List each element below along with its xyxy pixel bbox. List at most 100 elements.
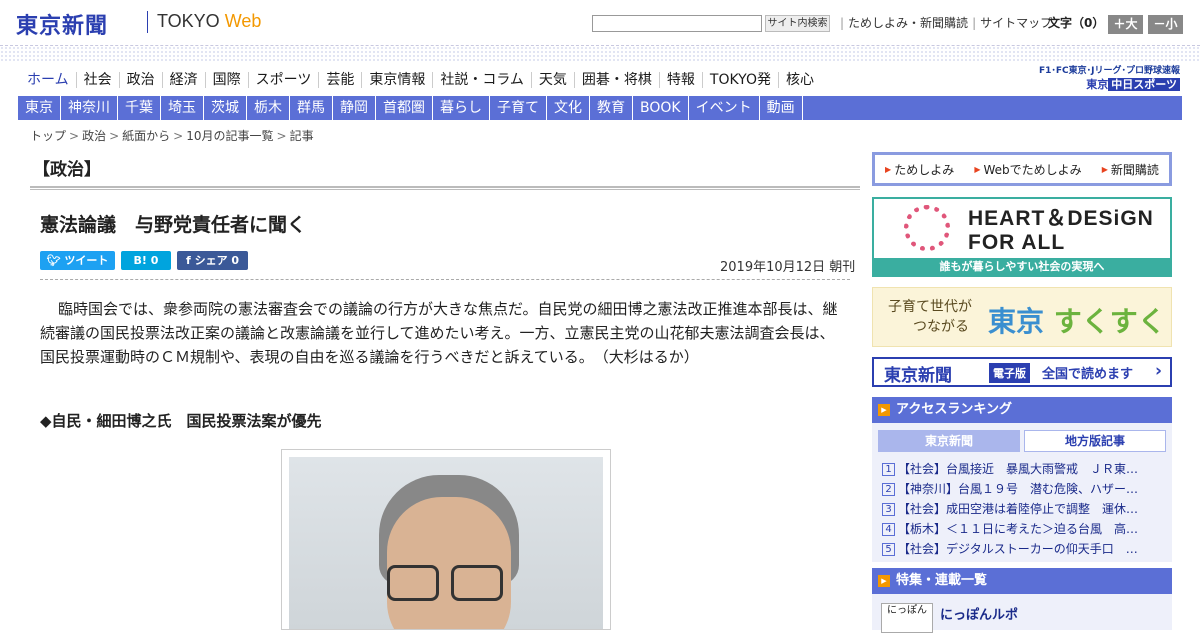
article-category: 【政治】 — [33, 160, 101, 180]
rank-number: 5 — [882, 543, 895, 556]
region-tokyo[interactable]: 東京 — [18, 96, 61, 120]
tokyo-shimbun-logo[interactable]: 東京新聞 — [16, 8, 108, 40]
rank-title: 【社会】デジタルストーカーの仰天手口 … — [898, 542, 1138, 556]
rank-title: 【社会】成田空港は着陸停止で調整 運休… — [898, 502, 1139, 516]
heart-design-banner[interactable]: HEART＆DESiGN FOR ALL 誰もが暮らしやすい社会の実現へ — [872, 197, 1172, 277]
heart-design-subtitle: FOR ALL — [968, 231, 1066, 254]
features-box: 特集・連載一覧 にっぽん にっぽんルポ — [872, 568, 1172, 633]
nav-economy[interactable]: 経済 — [163, 72, 206, 88]
ranking-tab-local[interactable]: 地方版記事 — [1024, 430, 1166, 452]
e-edition-banner[interactable]: 東京新聞 電子版 全国で読めます › — [872, 357, 1172, 387]
font-smaller-button[interactable]: －小 — [1148, 15, 1183, 34]
facebook-share-button[interactable]: f シェア 0 — [177, 251, 248, 270]
breadcrumb-october[interactable]: 10月の記事一覧 — [186, 129, 273, 143]
nav-sports[interactable]: スポーツ — [249, 72, 320, 88]
logo-web-text: Web — [224, 11, 262, 31]
portrait-image — [289, 457, 603, 629]
list-item[interactable]: 3 【社会】成田空港は着陸停止で調整 運休… — [882, 499, 1162, 519]
nav-entertainment[interactable]: 芸能 — [319, 72, 363, 88]
chunichi-sports-logo[interactable]: 東京 中日スポーツ — [1050, 76, 1180, 91]
twitter-icon: 🐦︎ — [46, 254, 61, 267]
sitemap-link[interactable]: サイトマップ — [980, 16, 1052, 30]
tokyo-web-logo[interactable]: TOKYO Web — [157, 11, 261, 32]
ranking-list: 1 【社会】台風接近 暴風大雨警戒 ＪＲ東… 2 【神奈川】台風１９号 潜む危険、ハ… — [882, 459, 1162, 559]
category-rule — [30, 186, 860, 190]
nav-society[interactable]: 社会 — [77, 72, 120, 88]
header-links: | ためしよみ・新聞購読 | サイトマップ — [840, 16, 1053, 30]
rank-number: 2 — [882, 483, 895, 496]
sukusuku-brand-tokyo: 東京 — [988, 305, 1045, 338]
list-item[interactable]: 5 【社会】デジタルストーカーの仰天手口 … — [882, 539, 1162, 559]
facebook-icon: f — [185, 254, 191, 267]
article-title: 憲法論議 与野党責任者に聞く — [40, 214, 307, 236]
font-larger-button[interactable]: ＋大 — [1108, 15, 1143, 34]
rank-number: 4 — [882, 523, 895, 536]
breadcrumb-top[interactable]: トップ — [30, 129, 66, 143]
region-video[interactable]: 動画 — [760, 96, 803, 120]
breadcrumb: トップ > 政治 > 紙面から >10月の記事一覧 > 記事 — [30, 129, 314, 143]
nav-home[interactable]: ホーム — [20, 72, 77, 88]
rank-title: 【神奈川】台風１９号 潜む危険、ハザー… — [898, 482, 1139, 496]
region-metropolitan[interactable]: 首都圏 — [376, 96, 433, 120]
sports-link-caption[interactable]: F1･FC東京･Jリーグ･プロ野球速報 — [1025, 63, 1180, 76]
region-gunma[interactable]: 群馬 — [290, 96, 333, 120]
region-culture[interactable]: 文化 — [547, 96, 590, 120]
region-kanagawa[interactable]: 神奈川 — [61, 96, 118, 120]
breadcrumb-politics[interactable]: 政治 — [82, 129, 106, 143]
font-size-label: 文字（0） — [1048, 16, 1105, 30]
logo-divider — [147, 11, 148, 33]
nav-editorial[interactable]: 社説・コラム — [433, 72, 532, 88]
breadcrumb-current: 記事 — [289, 129, 314, 143]
sukusuku-brand-name: すくすく — [1053, 305, 1166, 338]
region-book[interactable]: BOOK — [633, 96, 689, 120]
list-item[interactable]: 2 【神奈川】台風１９号 潜む危険、ハザー… — [882, 479, 1162, 499]
region-tochigi[interactable]: 栃木 — [247, 96, 290, 120]
sports-logo-brand: 中日スポーツ — [1108, 78, 1180, 91]
ranking-heading: アクセスランキング — [872, 397, 1172, 423]
nav-tokyo-info[interactable]: 東京情報 — [362, 72, 434, 88]
nav-go-shogi[interactable]: 囲碁・将棋 — [575, 72, 660, 88]
region-event[interactable]: イベント — [689, 96, 760, 120]
heart-design-title: HEART＆DESiGN — [968, 207, 1154, 230]
site-search-input[interactable] — [592, 15, 762, 32]
nav-politics[interactable]: 政治 — [120, 72, 163, 88]
list-item[interactable]: 1 【社会】台風接近 暴風大雨警戒 ＪＲ東… — [882, 459, 1162, 479]
nav-tokyo-hatsu[interactable]: TOKYO発 — [703, 72, 779, 88]
subscribe-link[interactable]: 新聞購読 — [1102, 161, 1159, 178]
region-saitama[interactable]: 埼玉 — [161, 96, 204, 120]
region-parenting[interactable]: 子育て — [490, 96, 547, 120]
site-header: 東京新聞 TOKYO Web サイト内検索 | ためしよみ・新聞購読 | サイトマップ… — [0, 0, 1200, 46]
breadcrumb-print[interactable]: 紙面から — [122, 129, 170, 143]
trial-link[interactable]: ためしよみ — [885, 161, 954, 178]
features-heading: 特集・連載一覧 — [872, 568, 1172, 594]
trial-subscribe-link[interactable]: ためしよみ・新聞購読 — [848, 16, 968, 30]
ranking-tab-tokyo[interactable]: 東京新聞 — [878, 430, 1020, 452]
feature-link-nippon-repo[interactable]: にっぽんルポ — [940, 604, 1018, 623]
header-dot-band — [0, 46, 1200, 62]
main-nav: ホーム 社会 政治 経済 国際 スポーツ 芸能 東京情報 社説・コラム 天気 囲… — [20, 66, 821, 94]
nav-weather[interactable]: 天気 — [532, 72, 575, 88]
nav-special-report[interactable]: 特報 — [660, 72, 703, 88]
nav-international[interactable]: 国際 — [206, 72, 249, 88]
flower-logo-icon — [904, 205, 950, 251]
article-divider — [40, 279, 850, 280]
hatena-bookmark-button[interactable]: B! 0 — [121, 251, 171, 270]
web-trial-link[interactable]: Webでためしよみ — [974, 161, 1081, 178]
tweet-button[interactable]: 🐦︎ ツイート — [40, 251, 115, 270]
region-education[interactable]: 教育 — [590, 96, 633, 120]
feature-thumbnail[interactable]: にっぽん — [881, 603, 933, 633]
heart-design-caption: 誰もが暮らしやすい社会の実現へ — [874, 258, 1170, 275]
chevron-right-icon: › — [1154, 361, 1162, 381]
region-chiba[interactable]: 千葉 — [118, 96, 161, 120]
article-photo — [281, 449, 611, 630]
site-search-button[interactable]: サイト内検索 — [765, 15, 830, 32]
region-ibaraki[interactable]: 茨城 — [204, 96, 247, 120]
nav-core[interactable]: 核心 — [779, 72, 821, 88]
sukusuku-banner[interactable]: 子育て世代が つながる 東京 すくすく — [872, 287, 1172, 347]
list-item[interactable]: 4 【栃木】＜１１日に考えた＞迫る台風 高… — [882, 519, 1162, 539]
e-edition-badge: 電子版 — [989, 363, 1030, 383]
region-living[interactable]: 暮らし — [433, 96, 490, 120]
trial-subscribe-box: ためしよみ Webでためしよみ 新聞購読 — [872, 152, 1172, 186]
access-ranking: アクセスランキング 東京新聞 地方版記事 1【社会】台風接近 暴風大雨警戒 ＪＲ… — [872, 397, 1172, 562]
region-shizuoka[interactable]: 静岡 — [333, 96, 376, 120]
